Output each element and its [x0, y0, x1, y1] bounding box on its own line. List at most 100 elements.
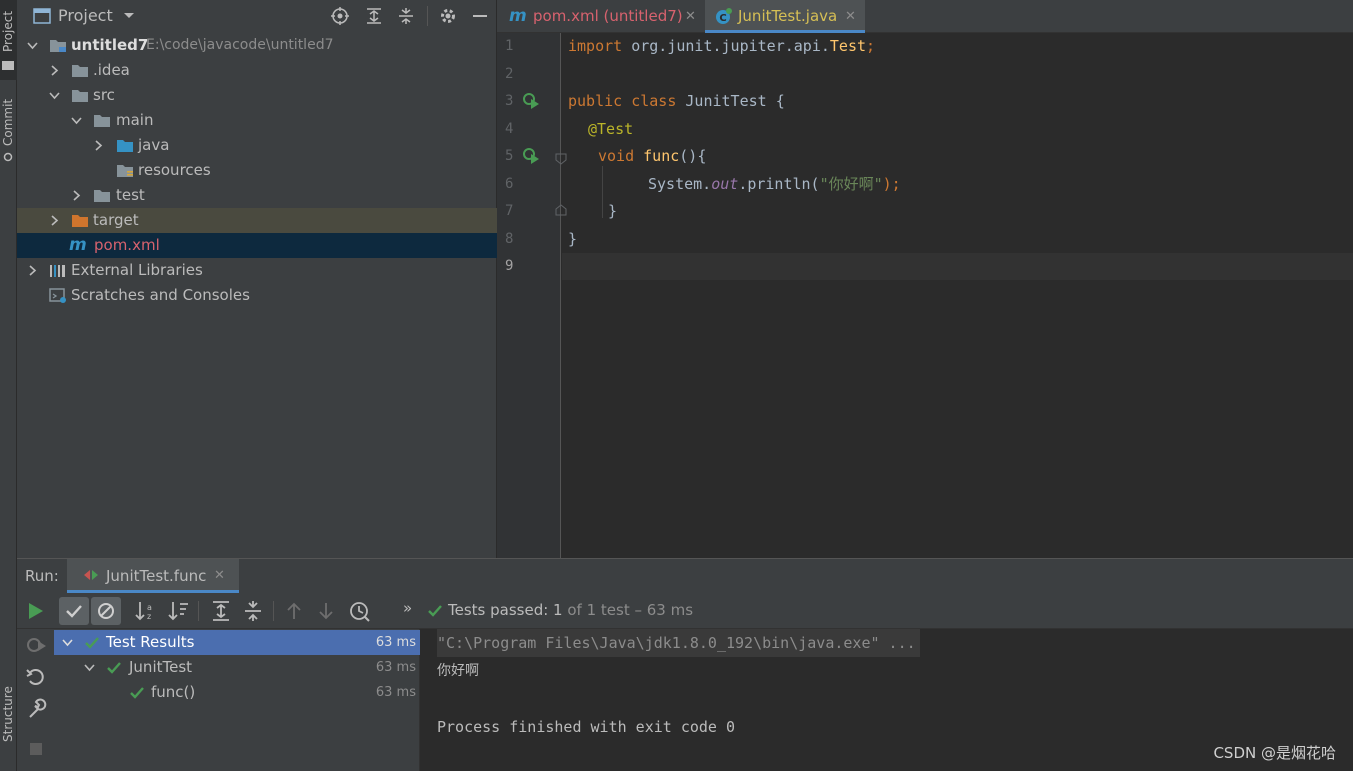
- excluded-folder-icon: [72, 215, 88, 227]
- commit-tool-tab[interactable]: Commit: [0, 90, 17, 170]
- stop-icon[interactable]: [24, 737, 48, 761]
- wrench-icon[interactable]: [24, 697, 48, 721]
- chevron-down-icon[interactable]: [123, 10, 141, 28]
- close-icon[interactable]: ✕: [685, 0, 696, 33]
- show-ignored-toggle[interactable]: [91, 597, 121, 625]
- tree-item-label: pom.xml: [94, 236, 160, 254]
- chevron-down-icon[interactable]: [84, 662, 95, 673]
- show-passed-toggle[interactable]: [59, 597, 89, 625]
- tab-label: pom.xml (untitled7): [533, 7, 683, 25]
- tree-item-target[interactable]: target: [17, 208, 497, 233]
- tree-item-scratches[interactable]: Scratches and Consoles: [17, 283, 497, 308]
- toggle-auto-test-icon[interactable]: [24, 633, 48, 657]
- tree-item-resources[interactable]: resources: [17, 158, 497, 183]
- chevron-right-icon[interactable]: [49, 215, 60, 226]
- test-row-label: Test Results: [106, 633, 195, 651]
- test-status: Tests passed: 1 of 1 test – 63 ms: [448, 601, 693, 619]
- chevron-right-icon[interactable]: [93, 140, 104, 151]
- fold-icon[interactable]: [555, 153, 567, 165]
- minimize-icon[interactable]: [471, 7, 489, 25]
- code-line-7[interactable]: }: [608, 198, 617, 225]
- close-icon[interactable]: ✕: [845, 0, 856, 33]
- tree-item-label: .idea: [93, 61, 130, 79]
- locate-icon[interactable]: [331, 7, 349, 25]
- tree-item-java[interactable]: java: [17, 133, 497, 158]
- code-token: @Test: [588, 120, 634, 138]
- chevron-down-icon[interactable]: [49, 90, 60, 101]
- history-icon[interactable]: [347, 599, 371, 623]
- tree-item-main[interactable]: main: [17, 108, 497, 133]
- sort-by-duration-icon[interactable]: [167, 599, 191, 623]
- arrow-down-icon[interactable]: [314, 599, 338, 623]
- maven-icon: m: [69, 235, 87, 255]
- check-icon: [66, 605, 82, 618]
- tab-pom-xml[interactable]: m pom.xml (untitled7) ✕: [497, 0, 705, 33]
- sort-alphabetically-icon[interactable]: az: [134, 599, 158, 623]
- maven-icon: m: [509, 6, 527, 26]
- code-line-8[interactable]: }: [568, 226, 577, 253]
- line-number: 4: [505, 121, 514, 137]
- code-token: public class: [568, 92, 677, 110]
- chevron-down-icon[interactable]: [71, 115, 82, 126]
- console-line-output: 你好啊: [437, 663, 479, 679]
- tree-item-src[interactable]: src: [17, 83, 497, 108]
- rerun-icon[interactable]: [23, 599, 47, 623]
- tree-item-untitled7[interactable]: untitled7 E:\code\javacode\untitled7: [17, 33, 497, 58]
- expand-all-icon[interactable]: [365, 7, 383, 25]
- code-line-1[interactable]: import org.junit.jupiter.api.Test;: [568, 33, 875, 60]
- code-line-5[interactable]: void func(){: [598, 143, 706, 170]
- code-token: }: [568, 230, 578, 248]
- tree-item-label: test: [116, 186, 145, 204]
- collapse-all-icon[interactable]: [397, 7, 415, 25]
- gear-icon[interactable]: [439, 7, 457, 25]
- rerun-failed-icon[interactable]: [24, 665, 48, 689]
- chevron-down-icon[interactable]: [62, 637, 73, 648]
- tree-item-pom-xml[interactable]: m pom.xml: [17, 233, 497, 258]
- structure-tool-tab[interactable]: Structure: [0, 680, 17, 760]
- line-number: 2: [505, 66, 514, 82]
- run-header: Run: JunitTest.func ✕: [17, 559, 1353, 593]
- project-tool-tab[interactable]: Project: [0, 0, 17, 80]
- close-icon[interactable]: ✕: [214, 568, 225, 583]
- check-icon: [130, 687, 144, 699]
- tree-item-test[interactable]: test: [17, 183, 497, 208]
- expand-all-icon[interactable]: [209, 599, 233, 623]
- chevron-right-icon[interactable]: [27, 265, 38, 276]
- code-token: "你好啊": [819, 175, 883, 193]
- tree-item-idea[interactable]: .idea: [17, 58, 497, 83]
- code-token: void: [598, 147, 635, 165]
- fold-icon[interactable]: [555, 204, 567, 216]
- code-line-3[interactable]: public class JunitTest {: [568, 88, 785, 115]
- collapse-all-icon[interactable]: [241, 599, 265, 623]
- arrow-up-icon[interactable]: [282, 599, 306, 623]
- test-row-results[interactable]: Test Results 63 ms: [54, 630, 420, 655]
- line-number: 3: [505, 93, 514, 109]
- code-line-6[interactable]: System.out.println("你好啊");: [648, 171, 901, 198]
- tree-item-label: External Libraries: [71, 261, 203, 279]
- run-test-gutter-icon[interactable]: [523, 148, 541, 164]
- run-tab-junittest-func[interactable]: JunitTest.func ✕: [67, 559, 239, 593]
- chevron-right-icon[interactable]: [71, 190, 82, 201]
- project-tool-tab-label: Project: [1, 10, 15, 52]
- test-row-func[interactable]: func() 63 ms: [54, 680, 420, 705]
- chevron-down-icon[interactable]: [27, 40, 38, 51]
- test-duration: 63 ms: [375, 685, 416, 700]
- divider: [427, 6, 428, 26]
- more-icon[interactable]: »: [403, 599, 412, 617]
- run-test-gutter-icon[interactable]: [523, 93, 541, 109]
- tab-label: JunitTest.java: [738, 7, 838, 25]
- chevron-right-icon[interactable]: [49, 65, 60, 76]
- folder-icon: [2, 61, 14, 70]
- test-row-junittest[interactable]: JunitTest 63 ms: [54, 655, 420, 680]
- code-token: System.: [648, 175, 712, 193]
- resources-folder-icon: [117, 165, 133, 177]
- code-token: .println(: [738, 175, 820, 193]
- code-line-4[interactable]: @Test: [588, 116, 633, 143]
- project-panel-title[interactable]: Project: [58, 6, 113, 25]
- svg-text:a: a: [147, 603, 152, 612]
- tree-item-label: main: [116, 111, 154, 129]
- tab-junittest-java[interactable]: C JunitTest.java ✕: [705, 0, 865, 33]
- code-editor: m pom.xml (untitled7) ✕ C JunitTest.java…: [497, 0, 1353, 558]
- tree-item-external-libraries[interactable]: External Libraries: [17, 258, 497, 283]
- project-panel: Project untitled7 E:\code\javacode\untit…: [17, 0, 497, 558]
